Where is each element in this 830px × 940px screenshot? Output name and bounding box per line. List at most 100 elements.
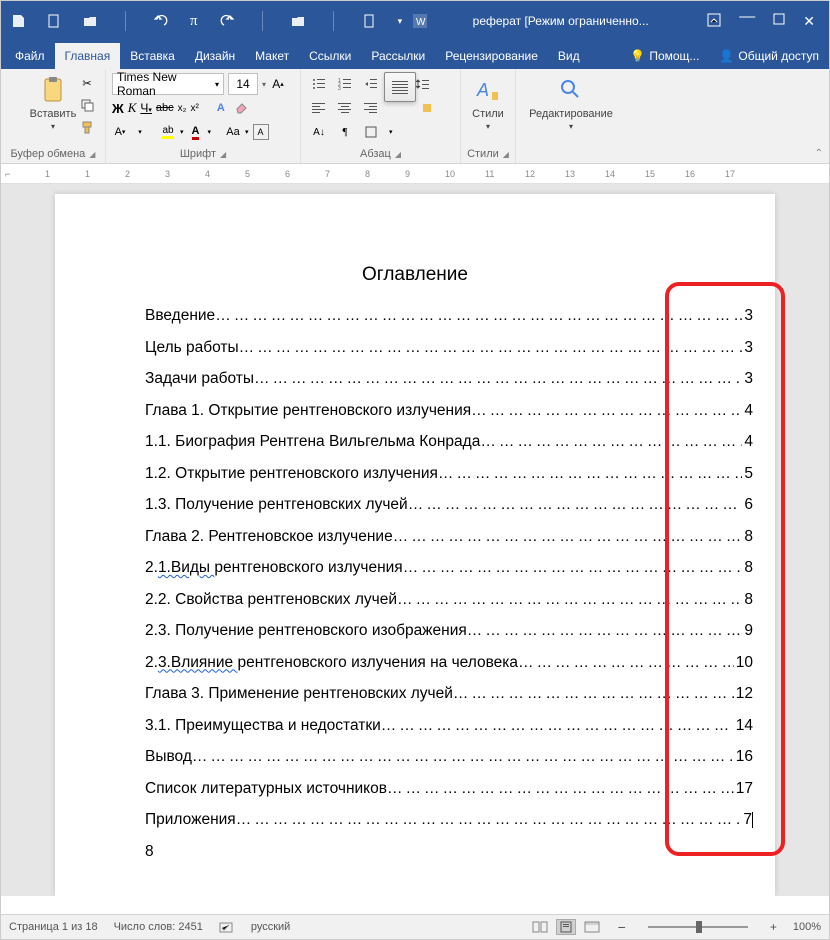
grow-font-icon[interactable]: A▴ — [270, 76, 286, 92]
justify-button-highlighted[interactable] — [384, 72, 416, 102]
format-painter-icon[interactable] — [79, 119, 95, 135]
subscript-button[interactable]: x₂ — [178, 103, 187, 114]
language-status[interactable]: русский — [251, 921, 290, 933]
toc-entry[interactable]: Глава 2. Рентгеновское излучение……………………… — [55, 529, 775, 545]
folder-icon[interactable] — [291, 14, 305, 28]
line-spacing-icon[interactable] — [415, 76, 431, 92]
open-icon[interactable] — [83, 14, 97, 28]
styles-button[interactable]: A Стили ▾ — [467, 72, 509, 133]
minimize-icon[interactable]: — — [739, 13, 755, 30]
tab-главная[interactable]: Главная — [55, 43, 121, 69]
tab-рассылки[interactable]: Рассылки — [361, 43, 435, 69]
bold-button[interactable]: Ж — [112, 101, 124, 116]
toc-entry[interactable]: 2.3. Получение рентгеновского изображени… — [55, 623, 775, 639]
pi-icon[interactable]: π — [190, 13, 198, 30]
text-effects-icon[interactable]: A — [213, 100, 229, 116]
page-status[interactable]: Страница 1 из 18 — [9, 921, 98, 933]
toc-entry[interactable]: 1.2. Открытие рентгеновского излучения …… — [55, 466, 775, 482]
undo-icon[interactable] — [154, 14, 168, 28]
toc-entry[interactable]: Вывод……………………………………………………………………………………………… — [55, 749, 775, 765]
font-dropdown-icon[interactable]: ▾ — [132, 124, 148, 140]
size-dropdown-icon[interactable]: ▾ — [262, 80, 266, 89]
maximize-icon[interactable] — [773, 13, 785, 30]
eraser-icon[interactable] — [233, 100, 249, 116]
word-count[interactable]: Число слов: 2451 — [114, 921, 203, 933]
toc-entry[interactable]: 2.2. Свойства рентгеновских лучей…………………… — [55, 592, 775, 608]
highlight-dropdown-icon[interactable]: ▾ — [180, 128, 184, 136]
bullets-icon[interactable] — [311, 76, 327, 92]
toc-entry[interactable]: 1.1. Биография Рентгена Вильгельма Конра… — [55, 434, 775, 450]
read-mode-icon[interactable] — [530, 919, 550, 935]
editing-button[interactable]: Редактирование ▾ — [522, 72, 620, 133]
font-size-combo[interactable]: 14 — [228, 73, 258, 95]
color-dropdown-icon[interactable]: ▾ — [208, 128, 212, 136]
ribbon-options-icon[interactable] — [707, 13, 721, 30]
zoom-out-icon[interactable]: − — [618, 919, 626, 935]
tab-файл[interactable]: Файл — [5, 43, 55, 69]
tab-ссылки[interactable]: Ссылки — [299, 43, 361, 69]
font-color-icon[interactable]: A — [188, 124, 204, 140]
web-layout-icon[interactable] — [582, 919, 602, 935]
close-icon[interactable]: ✕ — [803, 13, 815, 30]
font-name-combo[interactable]: Times New Roman▾ — [112, 73, 224, 95]
toc-entry[interactable]: Введение……………………………………………………………………………………… — [55, 308, 775, 324]
toc-entry[interactable]: Глава 3. Применение рентгеновских лучей…… — [55, 686, 775, 702]
dialog-launcher-icon[interactable]: ◢ — [89, 150, 95, 159]
toc-entry[interactable]: 1.3. Получение рентгеновских лучей………………… — [55, 497, 775, 513]
borders-dropdown-icon[interactable]: ▾ — [389, 128, 393, 136]
toc-entry[interactable]: 3.1. Преимущества и недостатки…………………………… — [55, 718, 775, 734]
toc-entry[interactable]: Задачи работы………………………………………………………………………… — [55, 371, 775, 387]
document-area[interactable]: Оглавление Введение………………………………………………………… — [1, 184, 829, 896]
underline-button[interactable]: Ч▾ — [140, 101, 152, 115]
tab-вставка[interactable]: Вставка — [120, 43, 185, 69]
italic-button[interactable]: К — [128, 100, 137, 116]
zoom-slider[interactable] — [648, 926, 748, 928]
numbering-icon[interactable]: 123 — [337, 76, 353, 92]
help-button[interactable]: 💡Помощ... — [620, 43, 709, 69]
copy-icon[interactable] — [79, 97, 95, 113]
change-case-icon[interactable]: Aa — [225, 124, 241, 140]
new-doc-icon[interactable] — [47, 14, 61, 28]
align-right-icon[interactable] — [363, 100, 379, 116]
zoom-level[interactable]: 100% — [793, 921, 821, 933]
share-button[interactable]: 👤Общий доступ — [709, 43, 829, 69]
collapse-ribbon-icon[interactable]: ⌃ — [815, 148, 823, 159]
tab-макет[interactable]: Макет — [245, 43, 299, 69]
highlight-icon[interactable]: ab — [160, 124, 176, 140]
toc-entry[interactable]: Приложения………………………………………………………………………………… — [55, 812, 775, 828]
shading-icon[interactable] — [419, 100, 435, 116]
align-center-icon[interactable] — [337, 100, 353, 116]
tab-дизайн[interactable]: Дизайн — [185, 43, 245, 69]
outdent-icon[interactable] — [363, 76, 379, 92]
proofing-icon[interactable] — [219, 920, 235, 934]
tab-selector-icon[interactable]: ⌐ — [5, 169, 10, 179]
toc-entry[interactable]: 2.3.Влияние рентгеновского излучения на … — [55, 655, 775, 671]
page-icon[interactable] — [362, 14, 376, 28]
strike-button[interactable]: abc — [156, 102, 174, 114]
case-dropdown-icon[interactable]: ▾ — [245, 128, 249, 136]
sort-icon[interactable]: A↓ — [311, 124, 327, 140]
dialog-launcher-icon[interactable]: ◢ — [220, 150, 226, 159]
superscript-button[interactable]: x² — [191, 103, 199, 114]
redo-icon[interactable] — [220, 14, 234, 28]
align-left-icon[interactable] — [311, 100, 327, 116]
save-icon[interactable] — [11, 14, 25, 28]
page[interactable]: Оглавление Введение………………………………………………………… — [55, 194, 775, 896]
dialog-launcher-icon[interactable]: ◢ — [395, 150, 401, 159]
print-layout-icon[interactable] — [556, 919, 576, 935]
zoom-in-icon[interactable]: + — [770, 920, 777, 934]
borders-icon[interactable] — [363, 124, 379, 140]
pilcrow-icon[interactable]: ¶ — [337, 124, 353, 140]
shrink-font-icon[interactable]: A▾ — [112, 124, 128, 140]
toc-entry[interactable]: Список литературных источников…………………………… — [55, 781, 775, 797]
cut-icon[interactable]: ✂ — [79, 75, 95, 91]
toc-entry[interactable]: Цель работы……………………………………………………………………………… — [55, 340, 775, 356]
dialog-launcher-icon[interactable]: ◢ — [503, 150, 509, 159]
toc-entry[interactable]: Глава 1. Открытие рентгеновского излучен… — [55, 403, 775, 419]
char-border-icon[interactable]: A — [253, 124, 269, 140]
toc-entry[interactable]: 2.1.Виды рентгеновского излучения…………………… — [55, 560, 775, 576]
ruler[interactable]: ⌐ 11234567891011121314151617 — [1, 164, 829, 184]
tab-рецензирование[interactable]: Рецензирование — [435, 43, 548, 69]
qat-dropdown-icon[interactable]: ▾ — [398, 16, 403, 27]
tab-вид[interactable]: Вид — [548, 43, 590, 69]
